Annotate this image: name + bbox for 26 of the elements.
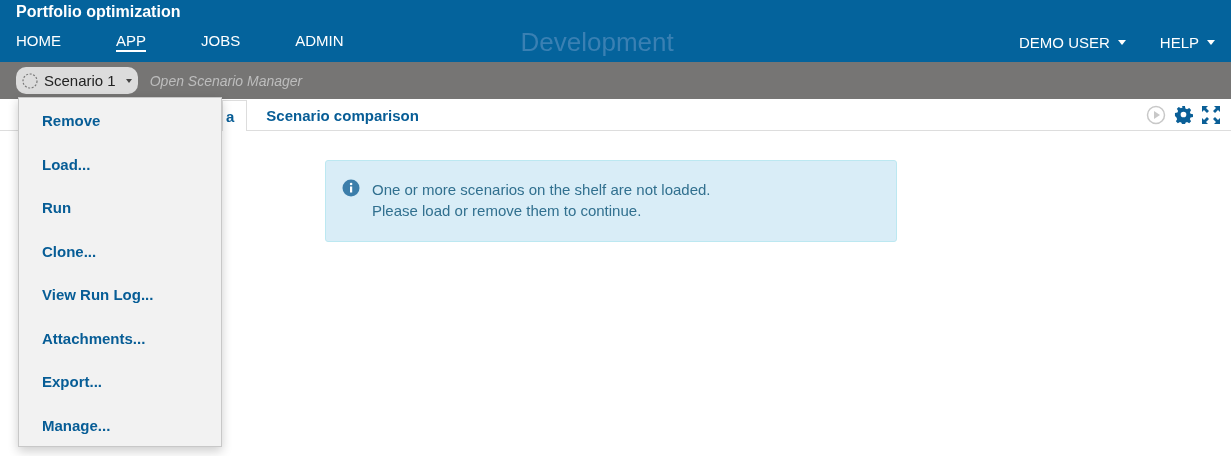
caret-icon <box>1117 39 1126 45</box>
menu-item[interactable]: Clone... <box>19 229 221 273</box>
dashed-circle-icon <box>22 72 38 89</box>
scenario-pill[interactable]: Scenario 1 <box>16 67 138 94</box>
tab[interactable]: Scenario comparison <box>247 100 438 130</box>
fullscreen-icon[interactable] <box>1201 104 1221 125</box>
nav-link[interactable]: HOME <box>16 32 61 52</box>
menu-item[interactable]: Load... <box>19 142 221 186</box>
nav-link[interactable]: ADMIN <box>295 32 344 52</box>
caret-icon <box>1207 39 1215 45</box>
menu-item[interactable]: Attachments... <box>19 316 221 360</box>
menu-item[interactable]: View Run Log... <box>19 273 221 317</box>
caret-icon <box>125 78 132 83</box>
app-title: Portfolio optimization <box>15 2 182 22</box>
settings-icon[interactable] <box>1174 104 1193 124</box>
dropdown-menu[interactable]: HELP <box>1159 33 1215 51</box>
alert-message: One or more scenarios on the shelf are not loaded. Please load or remove them to continue. <box>372 180 711 221</box>
nav-link[interactable]: APP <box>116 32 146 52</box>
menu-item[interactable]: Manage... <box>19 403 221 447</box>
dropdown-menu[interactable]: DEMO USER <box>1018 33 1126 51</box>
info-icon <box>342 179 360 197</box>
tab[interactable]: a <box>222 100 248 131</box>
menu-item[interactable]: Remove <box>19 99 221 143</box>
menu-item[interactable]: Export... <box>19 360 221 404</box>
menu-item[interactable]: Run <box>19 186 221 230</box>
nav-link[interactable]: JOBS <box>201 32 241 52</box>
